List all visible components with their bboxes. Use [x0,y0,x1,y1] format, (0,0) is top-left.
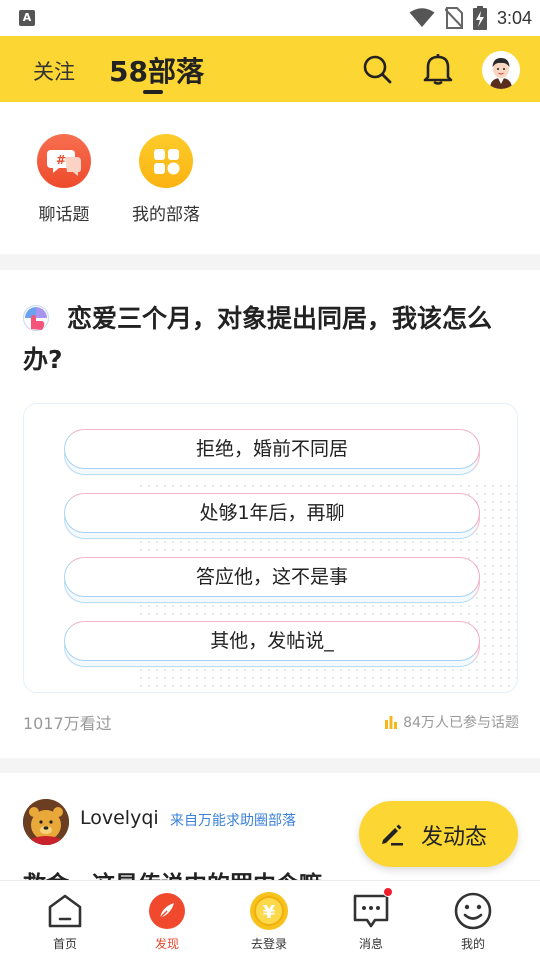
shortcut-chat-topic-label: 聊话题 [38,205,90,225]
status-icons: 3:04 [409,6,532,30]
active-tab-indicator [143,90,163,94]
coin-icon: ¥ [249,891,289,931]
tab-58-tribe[interactable]: 58部落 [109,50,204,90]
svg-text:¥: ¥ [263,902,276,923]
poll-option-4-label: 其他，发帖说_ [64,621,480,661]
unread-badge [383,887,393,897]
no-sim-icon [444,7,463,29]
status-notification-icon: A [19,10,35,26]
shortcut-chat-topic[interactable]: # 聊话题 [19,134,109,225]
nav-messages[interactable]: 消息 [321,887,421,952]
topic-title[interactable]: 恋爱三个月，对象提出同居，我该怎么办? [23,298,519,380]
poll-option-4[interactable]: 其他，发帖说_ [64,621,480,667]
topic-poll-card[interactable]: 恋爱三个月，对象提出同居，我该怎么办? 拒绝，婚前不同居 处够1年后，再聊 答应… [0,270,540,758]
status-bar: A 3:04 [0,0,540,36]
top-app-bar: 关注 58部落 [0,36,540,102]
shortcut-section: # 聊话题 我的部落 [0,102,540,254]
battery-charging-icon [472,6,487,30]
nav-me[interactable]: 我的 [423,891,523,952]
bell-icon[interactable] [423,53,453,85]
nav-home[interactable]: 首页 [15,891,115,952]
avatar-face-icon [482,51,520,89]
tab-follow[interactable]: 关注 [33,56,75,86]
bear-avatar-icon [23,799,69,845]
home-icon [45,891,85,931]
participant-count: 84万人已参与话题 [384,712,519,732]
status-time: 3:04 [496,7,532,28]
post-update-label: 发动态 [421,825,488,850]
poll-option-1[interactable]: 拒绝，婚前不同居 [64,429,480,475]
smiley-icon [453,891,493,931]
view-count: 1017万看过 [23,714,112,733]
wifi-icon [409,8,435,27]
pencil-icon [382,824,403,846]
bar-stats-icon [385,716,398,729]
grid-apps-icon [139,134,193,188]
svg-text:#: # [56,153,66,167]
shortcut-my-tribe[interactable]: 我的部落 [121,134,211,225]
nav-login-label: 去登录 [250,937,287,951]
nav-home-label: 首页 [52,937,77,951]
poll-option-2[interactable]: 处够1年后，再聊 [64,493,480,539]
shortcut-my-tribe-label: 我的部落 [132,205,200,225]
post-author-name[interactable]: Lovelyqi [80,807,159,829]
nav-discover-label: 发现 [154,937,179,951]
poll-options-box: 拒绝，婚前不同居 处够1年后，再聊 答应他，这不是事 其他，发帖说_ [23,403,518,693]
message-icon [351,887,393,931]
user-avatar[interactable] [482,51,520,89]
discover-icon [147,891,187,931]
participant-count-label: 84万人已参与话题 [403,715,519,731]
bottom-navigation: 首页 发现 ¥ 去登录 消息 我的 [0,880,540,960]
nav-messages-label: 消息 [358,937,383,951]
nav-discover[interactable]: 发现 [117,891,217,952]
post-author-avatar[interactable] [23,799,69,845]
post-source-tribe[interactable]: 来自万能求助圈部落 [170,810,296,830]
nav-me-label: 我的 [460,937,485,951]
post-update-button[interactable]: 发动态 [359,801,518,867]
poll-option-2-label: 处够1年后，再聊 [64,493,480,533]
poll-option-1-label: 拒绝，婚前不同居 [64,429,480,469]
poll-option-3-label: 答应他，这不是事 [64,557,480,597]
chat-topic-icon: # [37,134,91,188]
poll-option-3[interactable]: 答应他，这不是事 [64,557,480,603]
search-icon[interactable] [362,54,392,84]
nav-login[interactable]: ¥ 去登录 [219,891,319,952]
